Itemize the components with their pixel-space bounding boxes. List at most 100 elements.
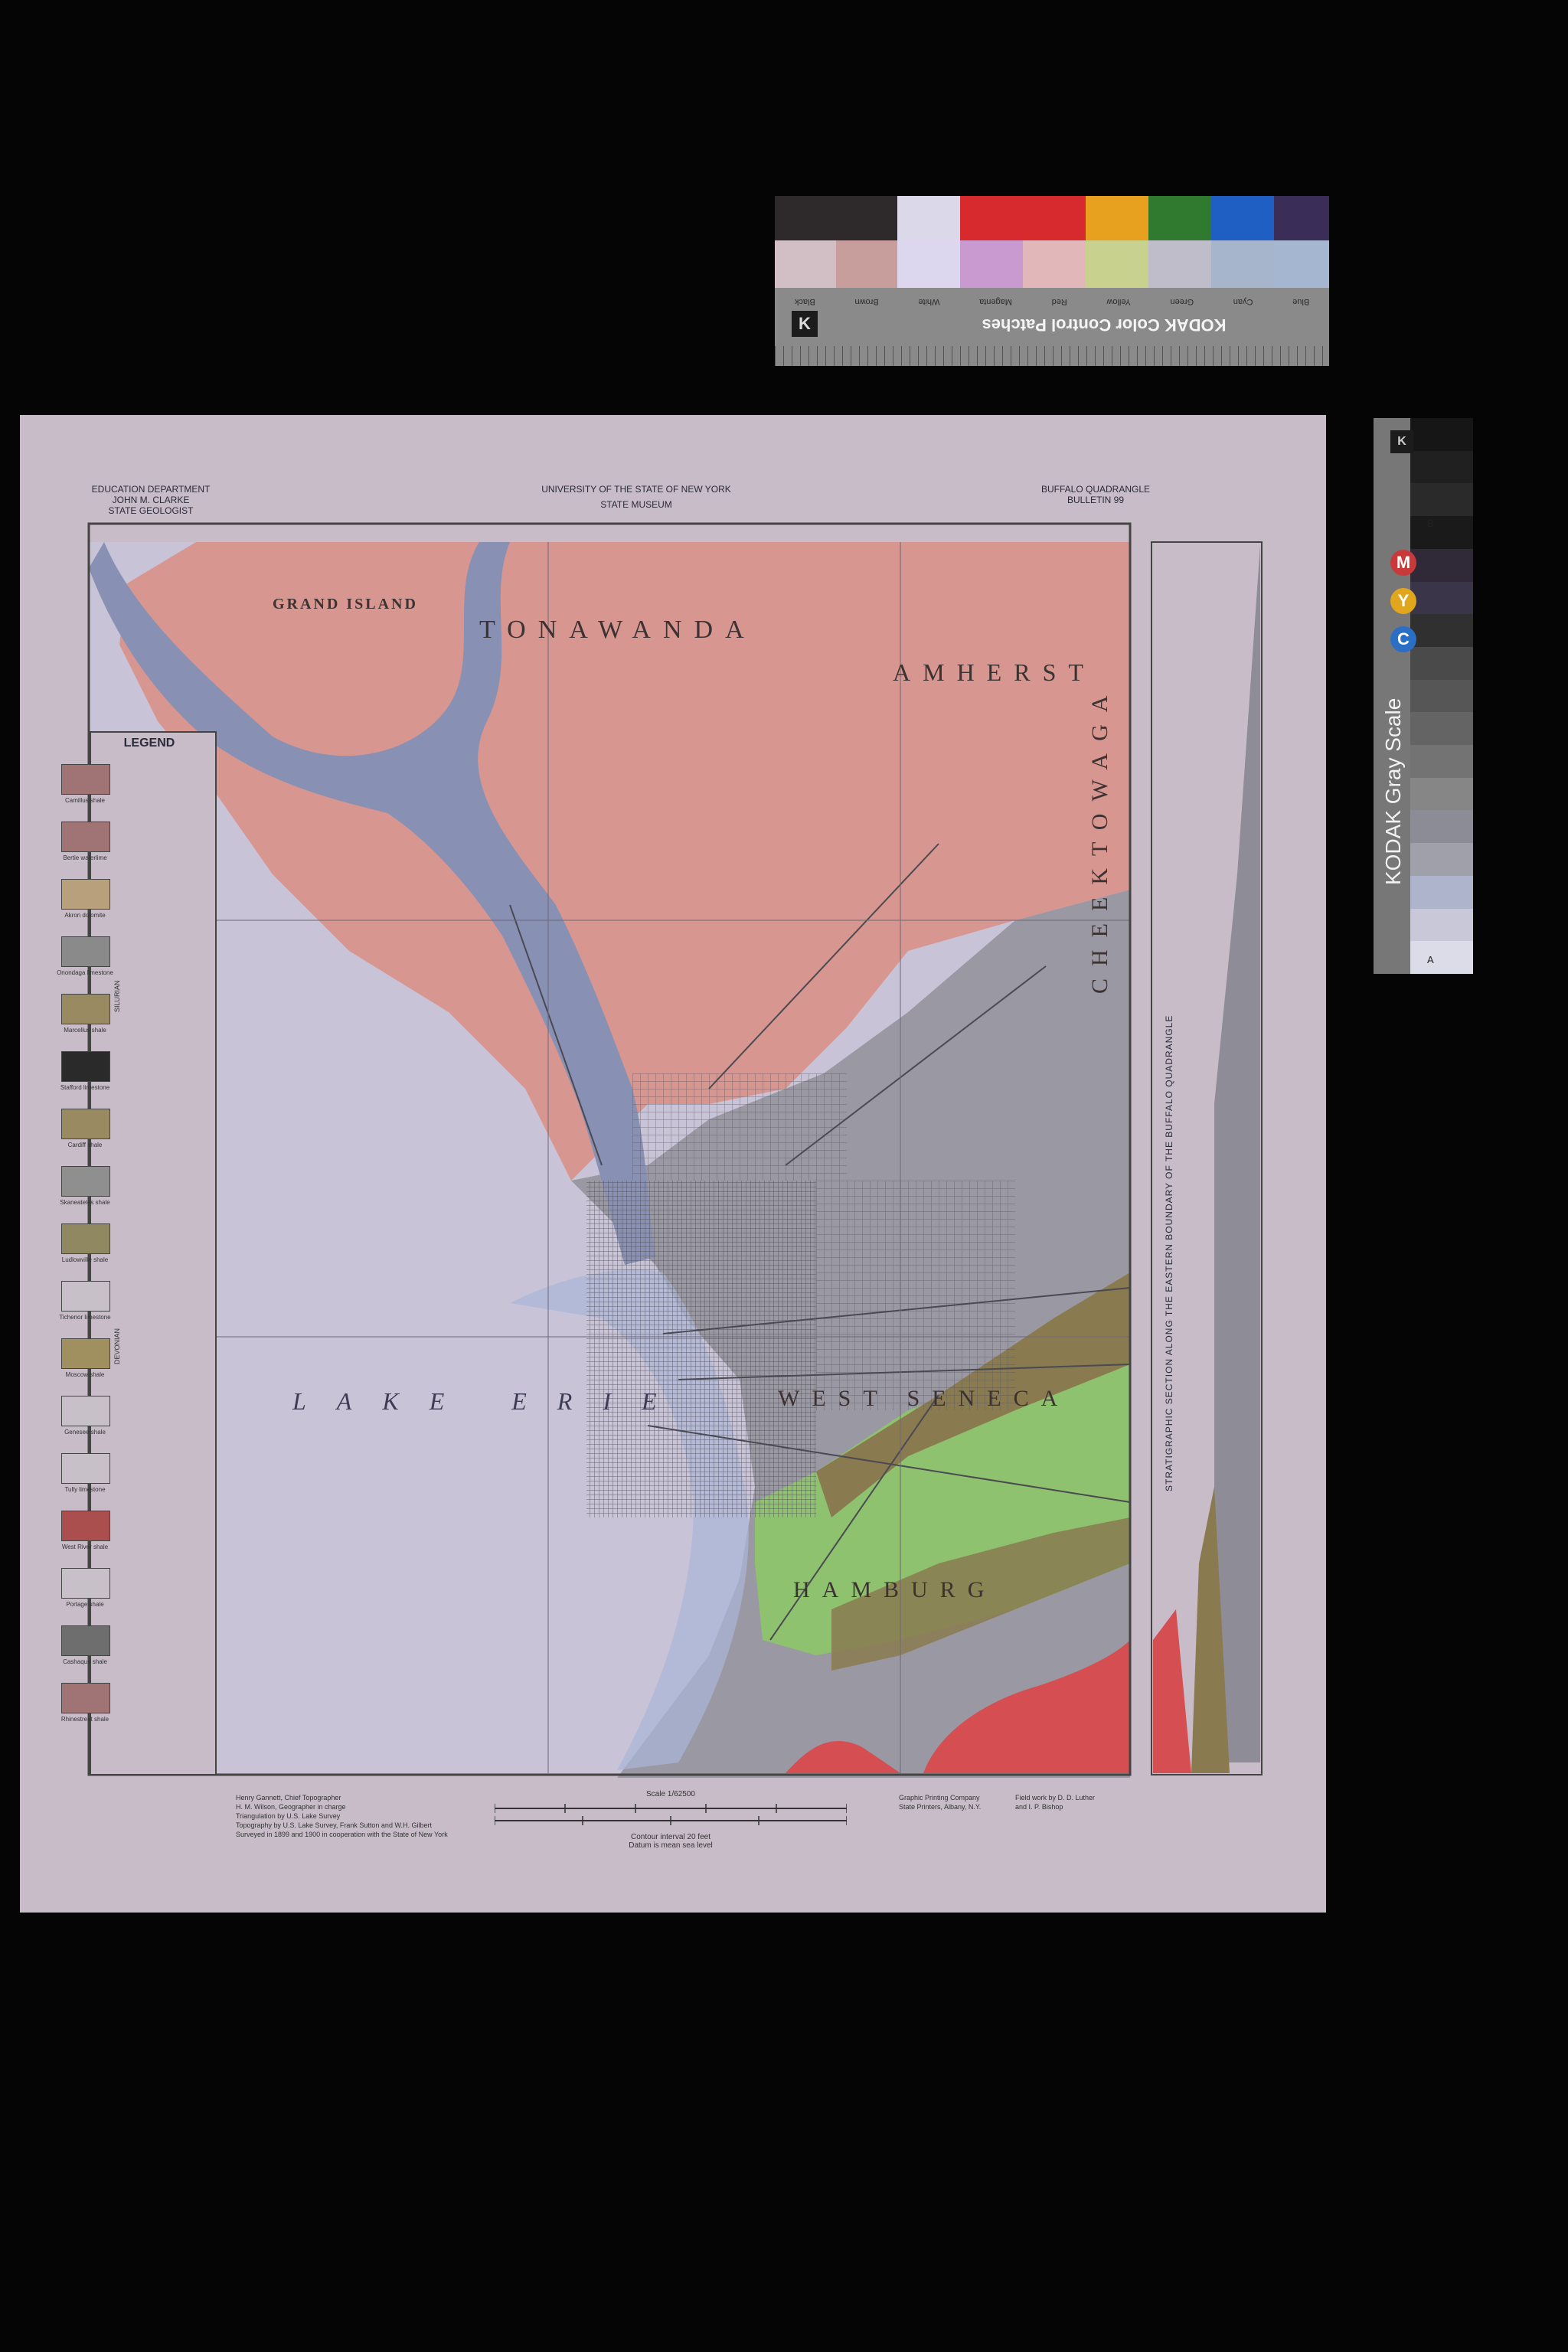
color-patch xyxy=(960,196,1023,240)
color-patch-name: Blue xyxy=(1292,297,1310,306)
color-patch xyxy=(1148,196,1211,240)
legend-label: Ludlowville shale xyxy=(61,1256,109,1263)
color-patch-name: Red xyxy=(1051,297,1067,306)
credit-line: State Printers, Albany, N.Y. xyxy=(899,1803,982,1811)
map-sheet: EDUCATION DEPARTMENT JOHN M. CLARKE STAT… xyxy=(20,415,1326,1913)
color-patch xyxy=(1023,196,1086,240)
credit-line: Henry Gannett, Chief Topographer xyxy=(236,1794,341,1802)
legend-swatch xyxy=(61,1166,110,1197)
scale-bar xyxy=(495,1804,847,1825)
color-patch xyxy=(1023,240,1086,288)
legend-item: Ludlowville shale xyxy=(51,1223,119,1263)
color-patch xyxy=(1274,240,1329,288)
kodak-color-control-strip: Blue Cyan Green Yellow Red Magenta White Brown B… xyxy=(775,196,1329,366)
place-grand-island: GRAND ISLAND xyxy=(273,596,418,612)
legend-label: Portage shale xyxy=(66,1601,104,1608)
legend-item: Marcellus shale xyxy=(51,994,119,1034)
color-patch xyxy=(1211,196,1274,240)
legend-item: Tichenor limestone xyxy=(51,1281,119,1321)
color-patch-name: Yellow xyxy=(1106,297,1131,306)
legend-swatch xyxy=(61,1625,110,1656)
place-lake-erie: LAKE ERIE xyxy=(292,1387,688,1415)
legend-label: Camillus shale xyxy=(64,797,106,804)
legend-label: Cardiff shale xyxy=(67,1142,103,1148)
legend-label: Akron dolomite xyxy=(64,912,106,919)
color-patch-name: White xyxy=(918,297,940,306)
color-patch xyxy=(775,196,836,240)
legend-label: Genesee shale xyxy=(64,1429,106,1436)
legend-swatch xyxy=(61,1511,110,1541)
color-patch xyxy=(897,240,960,288)
legend-title: LEGEND xyxy=(123,737,175,750)
legend-item: Tully limestone xyxy=(51,1453,119,1493)
legend-swatch xyxy=(61,822,110,852)
color-patch-name: Magenta xyxy=(979,297,1012,306)
color-patch xyxy=(1086,196,1148,240)
kodak-logo-icon: K xyxy=(1390,430,1413,453)
legend-label: West River shale xyxy=(61,1544,109,1550)
contour-note: Contour interval 20 feet Datum is mean s… xyxy=(571,1833,770,1850)
kodak-logo-icon: K xyxy=(792,311,818,337)
color-patch xyxy=(1148,240,1211,288)
legend-label: Rhinestreet shale xyxy=(60,1716,109,1723)
credits-field: Field work by D. D. Luther and I. P. Bis… xyxy=(1015,1793,1122,1811)
legend-swatch xyxy=(61,1683,110,1713)
color-strip-title: KODAK Color Control Patches xyxy=(982,315,1227,335)
credit-line: and I. P. Bishop xyxy=(1015,1803,1063,1811)
legend-swatch xyxy=(61,1051,110,1082)
legend-swatch xyxy=(61,936,110,967)
legend-item: Genesee shale xyxy=(51,1396,119,1436)
legend-item: Akron dolomite xyxy=(51,879,119,919)
contour-line: Datum is mean sea level xyxy=(629,1841,713,1850)
legend-item: Moscow shale xyxy=(51,1338,119,1378)
credit-line: H. M. Wilson, Geographer in charge xyxy=(236,1803,346,1811)
color-patch-name: Green xyxy=(1170,297,1194,306)
place-tonawanda: TONAWANDA xyxy=(479,616,756,644)
legend-swatch xyxy=(61,879,110,910)
legend-swatch xyxy=(61,994,110,1024)
credit-line: Field work by D. D. Luther xyxy=(1015,1794,1096,1802)
scale-label: Scale 1/62500 xyxy=(646,1790,695,1798)
legend-label: Moscow shale xyxy=(65,1371,105,1378)
legend-label: Bertie waterlime xyxy=(63,854,107,861)
legend-item: Skaneateles shale xyxy=(51,1166,119,1206)
city-grid xyxy=(586,1181,816,1517)
legend-swatch xyxy=(61,1281,110,1312)
contour-line: Contour interval 20 feet xyxy=(631,1833,710,1841)
color-patch xyxy=(1274,196,1329,240)
legend-item: Bertie waterlime xyxy=(51,822,119,861)
legend-label: Marcellus shale xyxy=(64,1027,106,1034)
place-west-seneca: WEST SENECA xyxy=(778,1386,1070,1411)
color-patches-mid-row xyxy=(775,240,1329,288)
color-patch xyxy=(836,196,897,240)
color-patch xyxy=(836,240,897,288)
legend-swatch xyxy=(61,1396,110,1426)
color-patch-name: Black xyxy=(794,297,815,306)
legend-swatch xyxy=(61,1338,110,1369)
credits-printer: Graphic Printing Company State Printers,… xyxy=(899,1793,998,1811)
color-patch-name: Brown xyxy=(854,297,879,306)
credit-line: Triangulation by U.S. Lake Survey xyxy=(236,1812,341,1820)
color-patch xyxy=(1086,240,1148,288)
legend-swatch xyxy=(61,1568,110,1599)
legend-item: West River shale xyxy=(51,1511,119,1550)
legend-label: Tully limestone xyxy=(64,1486,106,1493)
legend-label: Tichenor limestone xyxy=(59,1314,111,1321)
legend-item: Camillus shale xyxy=(51,764,119,804)
place-hamburg: HAMBURG xyxy=(793,1577,997,1602)
city-grid xyxy=(632,1073,847,1181)
legend-item: Onondaga limestone xyxy=(51,936,119,976)
legend-swatch xyxy=(61,764,110,795)
place-cheektowaga: CHEEKTOWAGA xyxy=(1087,683,1112,994)
credits-survey: Henry Gannett, Chief Topographer H. M. W… xyxy=(236,1793,466,1839)
credit-line: Surveyed in 1899 and 1900 in cooperation… xyxy=(236,1831,448,1838)
credit-line: Graphic Printing Company xyxy=(899,1794,980,1802)
color-patch-names: Blue Cyan Green Yellow Red Magenta White Brown B… xyxy=(775,291,1329,306)
legend-item: Rhinestreet shale xyxy=(51,1683,119,1723)
legend-label: Cashaqua shale xyxy=(63,1658,107,1665)
place-amherst: AMHERST xyxy=(893,658,1096,686)
color-patch xyxy=(775,240,836,288)
legend: LEGEND xyxy=(93,737,205,750)
color-patch xyxy=(960,240,1023,288)
color-patch-name: Cyan xyxy=(1233,297,1253,306)
